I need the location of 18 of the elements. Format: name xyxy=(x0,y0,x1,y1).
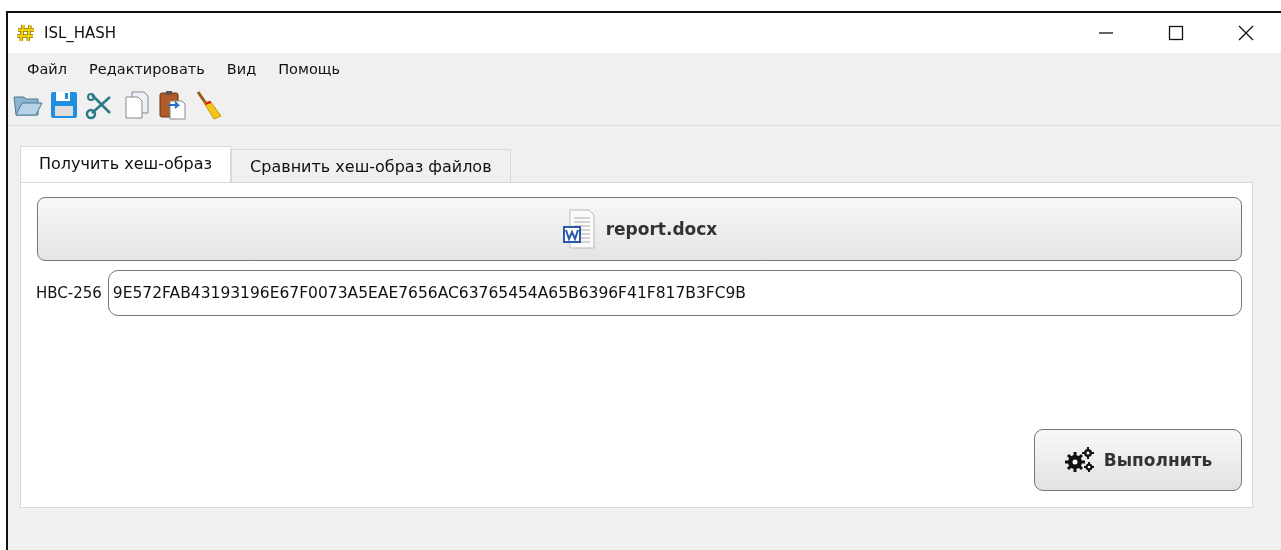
clipboard-icon[interactable] xyxy=(156,89,188,121)
tab[interactable]: Сравнить хеш-образ файлов xyxy=(231,149,511,182)
file-button[interactable]: report.docx xyxy=(37,197,1242,261)
minimize-icon xyxy=(1098,32,1114,34)
gears-icon xyxy=(1063,446,1096,474)
hash-field[interactable]: 9E572FAB43193196E67F0073A5EAE7656AC63765454A65B6396F41F817B3FC9B xyxy=(107,270,1242,316)
maximize-icon xyxy=(1168,25,1184,41)
menu-item[interactable]: Редактировать xyxy=(78,61,216,77)
tab[interactable]: Получить хеш-образ xyxy=(20,146,232,182)
close-icon xyxy=(1238,25,1254,41)
hash-icon xyxy=(16,23,36,43)
menu-item[interactable]: Помощь xyxy=(267,61,351,77)
run-button[interactable]: Выполнить xyxy=(1034,429,1242,491)
word-document-icon xyxy=(561,209,596,249)
window-title: ISL_HASH xyxy=(44,24,117,42)
menu-item[interactable]: Вид xyxy=(215,61,268,77)
menu-item[interactable]: Файл xyxy=(16,61,79,77)
hash-label: HBC-256 xyxy=(36,284,102,302)
